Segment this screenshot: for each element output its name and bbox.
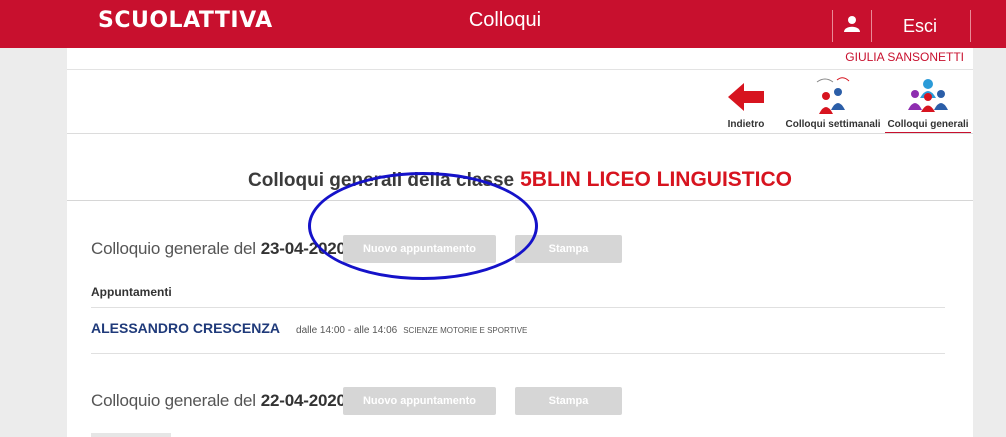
logout-button[interactable]: Esci: [870, 10, 971, 42]
general-colloqui-button[interactable]: Colloqui generali: [885, 74, 971, 134]
main-panel: GIULIA SANSONETTI Indietro Colloqui sett…: [67, 48, 973, 437]
user-button[interactable]: [832, 10, 872, 42]
appointment-time: dalle 14:00 - alle 14:06: [296, 325, 398, 336]
section-title-text: Colloqui generali della classe: [248, 170, 515, 191]
appointment-row[interactable]: ALESSANDRO CRESCENZA dalle 14:00 - alle …: [91, 320, 527, 342]
weekly-label: Colloqui settimanali: [785, 119, 881, 130]
class-name: 5BLIN LICEO LINGUISTICO: [520, 168, 792, 191]
new-appointment-button[interactable]: Nuovo appuntamento: [343, 387, 496, 415]
back-arrow-icon: [726, 83, 766, 118]
divider: [91, 307, 945, 308]
colloquio-date: 22-04-2020: [260, 391, 346, 410]
colloquio-header: Colloquio generale del 23-04-2020: [91, 233, 346, 265]
divider: [91, 353, 945, 354]
user-icon: [843, 15, 861, 38]
divider: [67, 133, 973, 134]
weekly-meeting-icon: [811, 77, 855, 118]
colloquio-date: 23-04-2020: [260, 239, 346, 258]
app-logo[interactable]: SCUOLATTIVA: [98, 8, 273, 33]
appointments-stub: [91, 433, 171, 437]
general-label: Colloqui generali: [885, 119, 971, 134]
user-name: GIULIA SANSONETTI: [845, 50, 964, 64]
divider: [67, 69, 973, 70]
page-title: Colloqui: [468, 9, 542, 31]
print-button[interactable]: Stampa: [515, 235, 622, 263]
general-meeting-icon: [903, 79, 953, 118]
colloquio-header: Colloquio generale del 22-04-2020: [91, 385, 346, 417]
general-label-text: Colloqui generali: [887, 119, 969, 130]
section-title: Colloqui generali della classe 5BLIN LICE…: [67, 168, 973, 192]
teacher-name: ALESSANDRO CRESCENZA: [91, 320, 281, 336]
print-button[interactable]: Stampa: [515, 387, 622, 415]
new-appointment-button[interactable]: Nuovo appuntamento: [343, 235, 496, 263]
back-label: Indietro: [727, 119, 765, 130]
colloquio-label: Colloquio generale del: [91, 239, 256, 258]
weekly-colloqui-button[interactable]: Colloqui settimanali: [785, 74, 881, 130]
divider: [67, 200, 973, 201]
appointments-header: Appuntamenti: [91, 285, 172, 299]
appointment-subject: SCIENZE MOTORIE E SPORTIVE: [403, 326, 528, 335]
back-button[interactable]: Indietro: [723, 80, 769, 130]
colloquio-label: Colloquio generale del: [91, 391, 256, 410]
top-bar: SCUOLATTIVA Colloqui Esci: [0, 0, 1006, 48]
